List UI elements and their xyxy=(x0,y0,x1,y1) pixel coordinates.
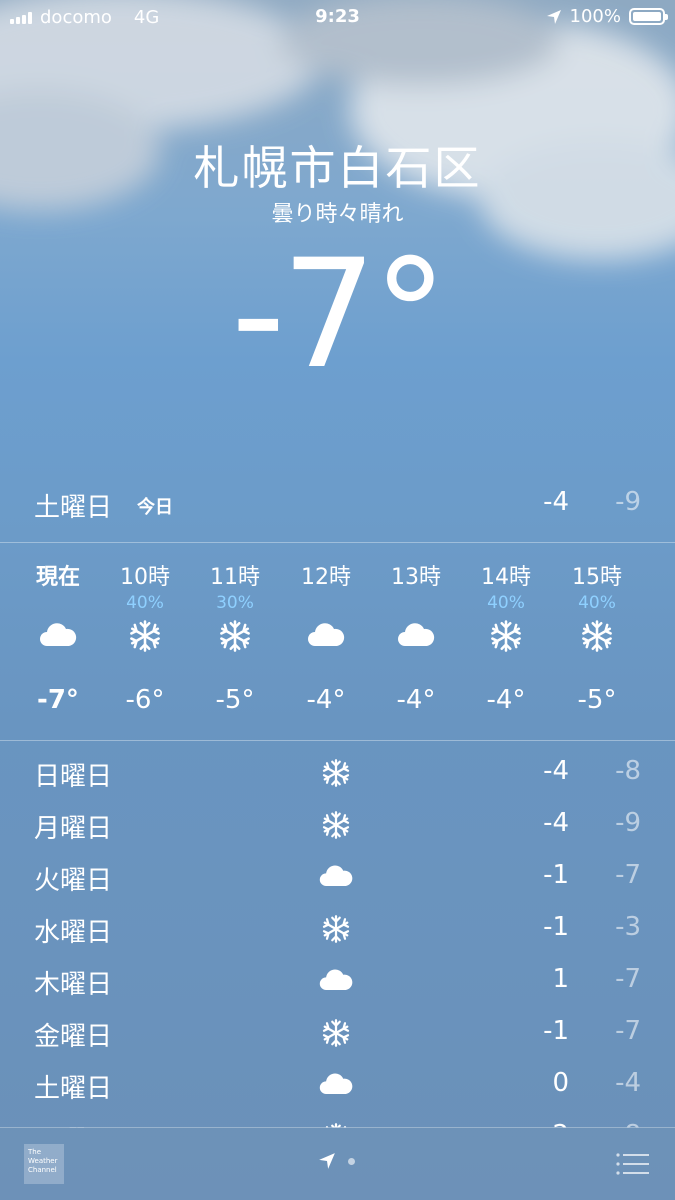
hour-label: 12時 xyxy=(301,565,351,590)
weather-icon xyxy=(668,619,675,653)
current-temperature: -7° xyxy=(231,228,448,402)
city-name: 札幌市白石区 xyxy=(193,141,482,195)
day-high: 1 xyxy=(552,964,569,994)
cloud-icon xyxy=(306,619,346,653)
snow-icon xyxy=(318,810,354,840)
day-high: -4 xyxy=(543,808,569,838)
hour-temperature: -4° xyxy=(396,685,436,715)
cloud-icon xyxy=(396,619,436,653)
day-low: -3 xyxy=(615,912,641,942)
snow-icon xyxy=(125,619,165,653)
precipitation-chance: 30% xyxy=(216,593,254,613)
daily-row: 木曜日 1 -7 xyxy=(34,956,641,1008)
status-bar: docomo 4G 9:23 100% xyxy=(0,0,675,36)
snow-icon xyxy=(318,914,354,944)
day-high: -1 xyxy=(543,912,569,942)
bottom-toolbar: The Weather Channel xyxy=(0,1127,675,1200)
precipitation-chance: 40% xyxy=(578,593,616,613)
location-arrow-icon xyxy=(546,9,561,24)
day-name: 月曜日 xyxy=(34,814,113,844)
location-arrow-icon[interactable] xyxy=(318,1152,336,1170)
day-name: 木曜日 xyxy=(34,970,113,1000)
hour-temperature: -5° xyxy=(577,685,617,715)
day-name: 金曜日 xyxy=(34,1022,113,1052)
battery-percent: 100% xyxy=(569,6,621,27)
hour-temperature: -4° xyxy=(306,685,346,715)
daily-row: 月曜日 -4 -9 xyxy=(34,800,641,852)
hour-temperature: -5° xyxy=(215,685,255,715)
day-low: -7 xyxy=(615,860,641,890)
precipitation-chance: 40% xyxy=(126,593,164,613)
hour-label: 11時 xyxy=(210,565,260,590)
day-high: 0 xyxy=(552,1068,569,1098)
page-dot[interactable] xyxy=(348,1157,355,1165)
snow-icon xyxy=(318,1018,354,1048)
day-low: -9 xyxy=(615,808,641,838)
today-label: 今日 xyxy=(137,497,173,518)
hourly-forecast[interactable]: 現在 -7° 10時 40% -6° 11時 30% -5° 12時 -4° 13時 -4° 14時 40… xyxy=(0,545,675,740)
day-name: 水曜日 xyxy=(34,918,113,948)
daily-row: 金曜日 -1 -7 xyxy=(34,1008,641,1060)
snow-icon xyxy=(215,619,255,653)
hour-label: 13時 xyxy=(391,565,441,590)
day-name: 火曜日 xyxy=(34,866,113,896)
precipitation-chance: 40% xyxy=(487,593,525,613)
daily-row: 火曜日 -1 -7 xyxy=(34,852,641,904)
weather-channel-logo[interactable]: The Weather Channel xyxy=(24,1144,64,1184)
day-name: 土曜日 xyxy=(34,1074,113,1104)
cloud-icon xyxy=(318,966,354,996)
day-high: -1 xyxy=(543,1016,569,1046)
day-high: -1 xyxy=(543,860,569,890)
hour-label: 14時 xyxy=(481,565,531,590)
cloud-icon xyxy=(38,619,78,653)
hour-label: 現在 xyxy=(35,565,80,590)
condition-text: 曇り時々晴れ xyxy=(271,202,404,227)
hour-label: 1 xyxy=(648,559,675,584)
day-low: -7 xyxy=(615,1016,641,1046)
day-high: -4 xyxy=(543,756,569,786)
today-row: 土曜日 今日 -4 -9 xyxy=(34,485,641,525)
day-name: 日曜日 xyxy=(34,762,113,792)
hour-temperature: 日 xyxy=(648,685,675,722)
divider xyxy=(0,740,675,741)
today-high: -4 xyxy=(543,487,569,517)
snow-icon xyxy=(318,758,354,788)
list-icon[interactable] xyxy=(615,1152,649,1176)
divider xyxy=(0,542,675,543)
day-low: -4 xyxy=(615,1068,641,1098)
snow-icon xyxy=(577,619,617,653)
day-low: -7 xyxy=(615,964,641,994)
daily-row: 土曜日 0 -4 xyxy=(34,1060,641,1112)
hour-temperature: -6° xyxy=(125,685,165,715)
hour-temperature: -4° xyxy=(486,685,526,715)
today-low: -9 xyxy=(615,487,641,517)
daily-row: 水曜日 -1 -3 xyxy=(34,904,641,956)
daily-forecast[interactable]: 日曜日 -4 -8 月曜日 -4 -9 火曜日 -1 -7 水曜日 -1 -3 木曜日 1 -7 金曜日 -1 -… xyxy=(34,748,641,1128)
battery-icon xyxy=(629,8,668,25)
today-day: 土曜日 xyxy=(34,493,113,523)
hour-label: 15時 xyxy=(572,565,622,590)
cloud-icon xyxy=(318,1070,354,1100)
page-indicator xyxy=(318,1152,355,1170)
daily-row: 日曜日 -4 -8 xyxy=(34,748,641,800)
cloud-icon xyxy=(318,862,354,892)
snow-icon xyxy=(486,619,526,653)
daily-row: 日曜日-2-8 xyxy=(34,1112,641,1128)
hour-temperature: -7° xyxy=(37,685,79,715)
day-low: -8 xyxy=(615,756,641,786)
hour-label: 10時 xyxy=(120,565,170,590)
